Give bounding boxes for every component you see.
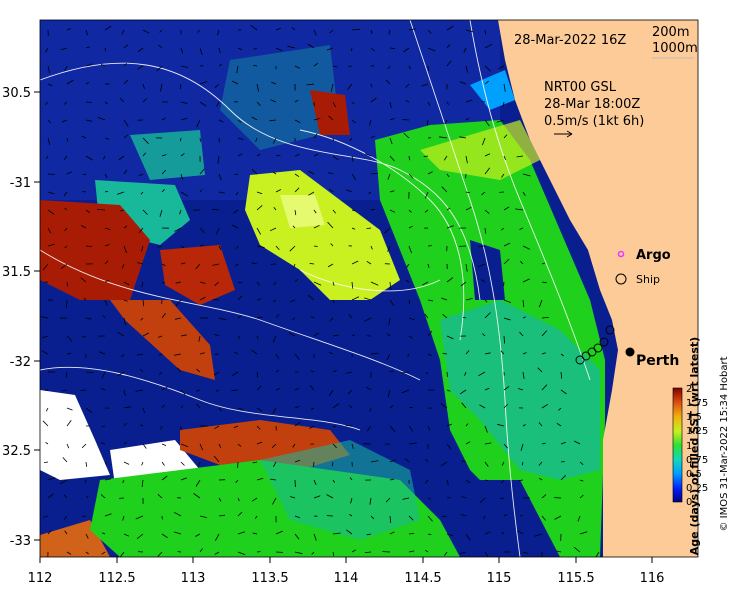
x-tick-label: 112 xyxy=(28,571,53,586)
y-tick-label: -32 xyxy=(10,355,31,370)
sst-age-map: 112 112.5 113 113.5 114 114.5 115 115.5 … xyxy=(2,19,730,586)
isobath-label-200m: 200m xyxy=(652,25,689,40)
x-tick-label: 115 xyxy=(487,571,512,586)
x-tick-label: 116 xyxy=(640,571,665,586)
current-vector xyxy=(446,497,451,499)
current-scale-label: 0.5m/s (1kt 6h) xyxy=(544,114,644,129)
date-label: 28-Mar-2022 16Z xyxy=(514,33,626,48)
x-tick-label: 113.5 xyxy=(251,571,288,586)
credit-text: © IMOS 31-Mar-2022 15:34 Hobart xyxy=(719,356,730,531)
y-tick-label: 31.5 xyxy=(2,265,31,280)
y-tick-label: -33 xyxy=(10,534,31,549)
x-tick-label: 112.5 xyxy=(98,571,135,586)
x-tick-label: 114 xyxy=(334,571,359,586)
city-marker-icon xyxy=(625,347,635,357)
current-vector xyxy=(446,371,448,377)
y-tick-label: 30.5 xyxy=(2,86,31,101)
x-axis: 112 112.5 113 113.5 114 114.5 115 115.5 … xyxy=(28,557,665,586)
y-tick-label: -31 xyxy=(10,176,31,191)
argo-legend-label: Argo xyxy=(636,248,671,263)
colorbar-title: Age (days) of filled SST (wrt latest) xyxy=(688,337,701,555)
current-vector xyxy=(85,245,93,247)
x-tick-label: 115.5 xyxy=(557,571,594,586)
x-tick-label: 114.5 xyxy=(404,571,441,586)
current-vector xyxy=(313,461,315,467)
current-vector xyxy=(313,245,318,247)
y-tick-label: 32.5 xyxy=(2,444,31,459)
current-vector xyxy=(478,245,486,247)
current-source-label: NRT00 GSL xyxy=(544,80,617,95)
current-vector xyxy=(101,425,106,427)
current-vector xyxy=(85,371,94,373)
current-time-label: 28-Mar 18:00Z xyxy=(544,97,640,112)
x-tick-label: 113 xyxy=(181,571,206,586)
current-vector xyxy=(47,173,55,175)
current-vector xyxy=(560,461,565,463)
y-axis: 30.5 -31 31.5 -32 32.5 -33 xyxy=(2,86,40,549)
current-vector xyxy=(82,191,87,193)
current-vector xyxy=(66,299,68,308)
ship-legend-label: Ship xyxy=(636,273,660,286)
colorbar-gradient xyxy=(672,387,683,503)
isobath-label-1000m: 1000m xyxy=(652,41,698,56)
current-vector xyxy=(402,119,410,121)
city-label: Perth xyxy=(636,353,679,369)
